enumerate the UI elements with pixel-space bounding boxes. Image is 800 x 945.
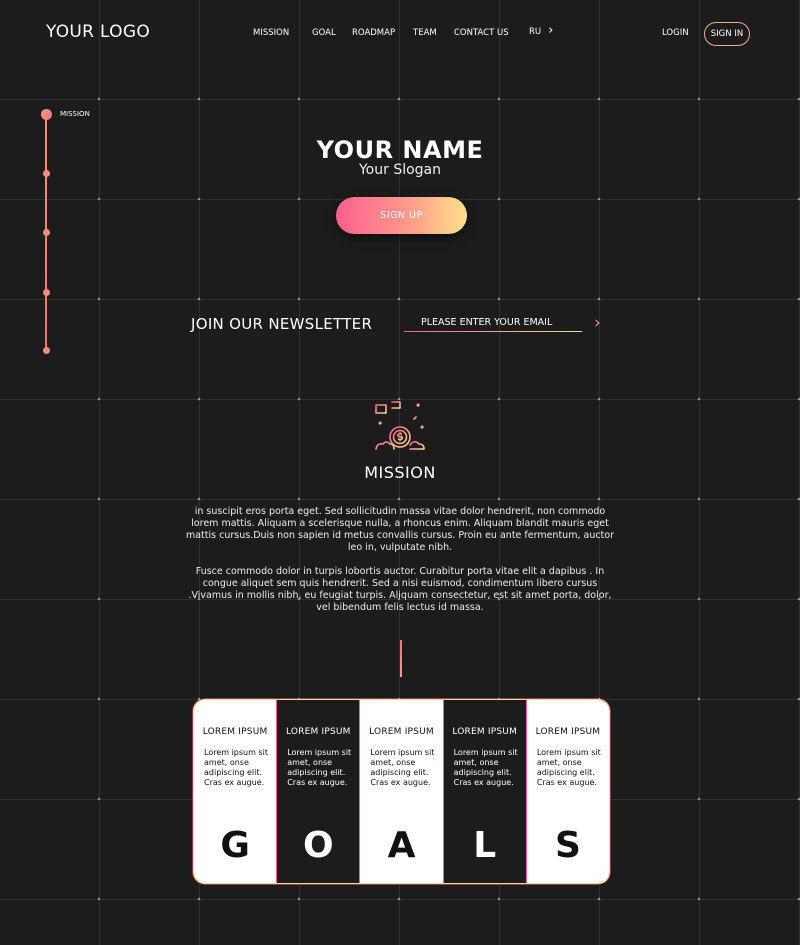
- grid-dot: [697, 597, 701, 601]
- chevron-right-icon: ›: [548, 23, 554, 38]
- goal-column: LOREM IPSUM Lorem ipsum sit amet, onse a…: [194, 700, 277, 883]
- grid-dot: [597, 297, 601, 301]
- grid-dot: [297, 197, 301, 201]
- language-label: RU: [529, 27, 542, 37]
- nav-item-roadmap[interactable]: ROADMAP: [352, 28, 395, 38]
- grid-dot: [97, 897, 101, 901]
- login-link[interactable]: LOGIN: [662, 28, 689, 38]
- grid-dot: [497, 397, 501, 401]
- timeline-label: MISSION: [60, 110, 90, 118]
- goal-column: LOREM IPSUM Lorem ipsum sit amet, onse a…: [360, 700, 443, 883]
- grid-dot: [297, 497, 301, 501]
- grid-dot: [497, 897, 501, 901]
- timeline-dot[interactable]: [43, 289, 50, 296]
- grid-dot: [97, 497, 101, 501]
- grid-dot: [297, 297, 301, 301]
- grid-dot: [697, 797, 701, 801]
- grid-dot: [197, 297, 201, 301]
- grid-dot: [697, 397, 701, 401]
- goal-letter: O: [303, 825, 334, 866]
- grid-dot: [597, 397, 601, 401]
- grid-dot: [197, 97, 201, 101]
- grid-dot: [97, 697, 101, 701]
- goal-description: Lorem ipsum sit amet, onse adipiscing el…: [204, 748, 268, 787]
- goal-column: LOREM IPSUM Lorem ipsum sit amet, onse a…: [276, 700, 361, 883]
- grid-dot: [197, 197, 201, 201]
- goal-title: LOREM IPSUM: [535, 727, 601, 737]
- grid-dot: [97, 397, 101, 401]
- goal-title: LOREM IPSUM: [285, 727, 351, 737]
- mission-title: MISSION: [364, 463, 436, 482]
- goal-letter: A: [387, 825, 416, 866]
- nav-item-team[interactable]: TEAM: [413, 28, 437, 38]
- goal-letter: S: [554, 825, 581, 866]
- grid-dot: [597, 897, 601, 901]
- goal-column: LOREM IPSUM Lorem ipsum sit amet, onse a…: [526, 700, 609, 883]
- grid-dot: [497, 497, 501, 501]
- mission-paragraph: in suscipit eros porta eget. Sed sollici…: [185, 506, 615, 553]
- sign-up-button[interactable]: SIGN UP: [336, 197, 467, 234]
- grid-dot: [497, 197, 501, 201]
- goal-title: LOREM IPSUM: [202, 727, 268, 737]
- grid-dot: [297, 97, 301, 101]
- goals-card: LOREM IPSUM Lorem ipsum sit amet, onse a…: [193, 699, 610, 884]
- timeline-dot-active[interactable]: [41, 109, 52, 120]
- goal-title: LOREM IPSUM: [369, 727, 434, 737]
- sign-in-button[interactable]: SIGN IN: [704, 22, 750, 46]
- goal-letter: G: [220, 825, 250, 866]
- grid-dot: [197, 497, 201, 501]
- grid-dot: [297, 397, 301, 401]
- grid-dot: [597, 497, 601, 501]
- grid-dot: [597, 97, 601, 101]
- mission-paragraph: Fusce commodo dolor in turpis lobortis a…: [188, 566, 612, 613]
- nav-item-goal[interactable]: GOAL: [312, 28, 336, 38]
- grid-dot: [397, 97, 401, 101]
- goal-description: Lorem ipsum sit amet, onse adipiscing el…: [453, 748, 518, 787]
- nav-item-contact[interactable]: CONTACT US: [454, 28, 509, 38]
- hero-name: YOUR NAME: [316, 136, 484, 164]
- grid-dot: [197, 397, 201, 401]
- grid-dot: [697, 297, 701, 301]
- goal-title: LOREM IPSUM: [452, 727, 518, 737]
- nav-item-mission[interactable]: MISSION: [253, 28, 289, 38]
- grid-dot: [397, 497, 401, 501]
- grid-dot: [297, 897, 301, 901]
- grid-dot: [97, 297, 101, 301]
- grid-dot: [97, 97, 101, 101]
- grid-dot: [97, 197, 101, 201]
- goal-description: Lorem ipsum sit amet, onse adipiscing el…: [370, 748, 435, 787]
- logo[interactable]: YOUR LOGO: [46, 22, 150, 42]
- mission-flag-coin-icon: [375, 400, 425, 450]
- mission-text: in suscipit eros porta eget. Sed sollici…: [180, 506, 620, 626]
- goal-description: Lorem ipsum sit amet, onse adipiscing el…: [287, 748, 352, 787]
- grid-dot: [497, 297, 501, 301]
- grid-dot: [697, 497, 701, 501]
- goal-column: LOREM IPSUM Lorem ipsum sit amet, onse a…: [442, 700, 527, 883]
- timeline-dot[interactable]: [43, 347, 50, 354]
- goal-letter: L: [473, 825, 497, 866]
- grid-dot: [197, 897, 201, 901]
- grid-dot: [597, 197, 601, 201]
- timeline-dot[interactable]: [43, 229, 50, 236]
- newsletter-email-input[interactable]: [404, 316, 582, 332]
- arrow-right-icon[interactable]: ›: [594, 313, 601, 333]
- grid-dot: [97, 597, 101, 601]
- grid-dot: [697, 697, 701, 701]
- grid-dot: [697, 97, 701, 101]
- goal-description: Lorem ipsum sit amet, onse adipiscing el…: [536, 748, 601, 787]
- grid-dot: [97, 797, 101, 801]
- grid-dot: [497, 97, 501, 101]
- hero-slogan: Your Slogan: [358, 162, 442, 178]
- section-divider: [400, 640, 402, 677]
- language-switcher[interactable]: RU ›: [529, 23, 554, 38]
- grid-dot: [397, 897, 401, 901]
- newsletter-title: JOIN OUR NEWSLETTER: [191, 315, 373, 333]
- grid-dot: [697, 197, 701, 201]
- grid-dot: [697, 897, 701, 901]
- grid-dot: [397, 297, 401, 301]
